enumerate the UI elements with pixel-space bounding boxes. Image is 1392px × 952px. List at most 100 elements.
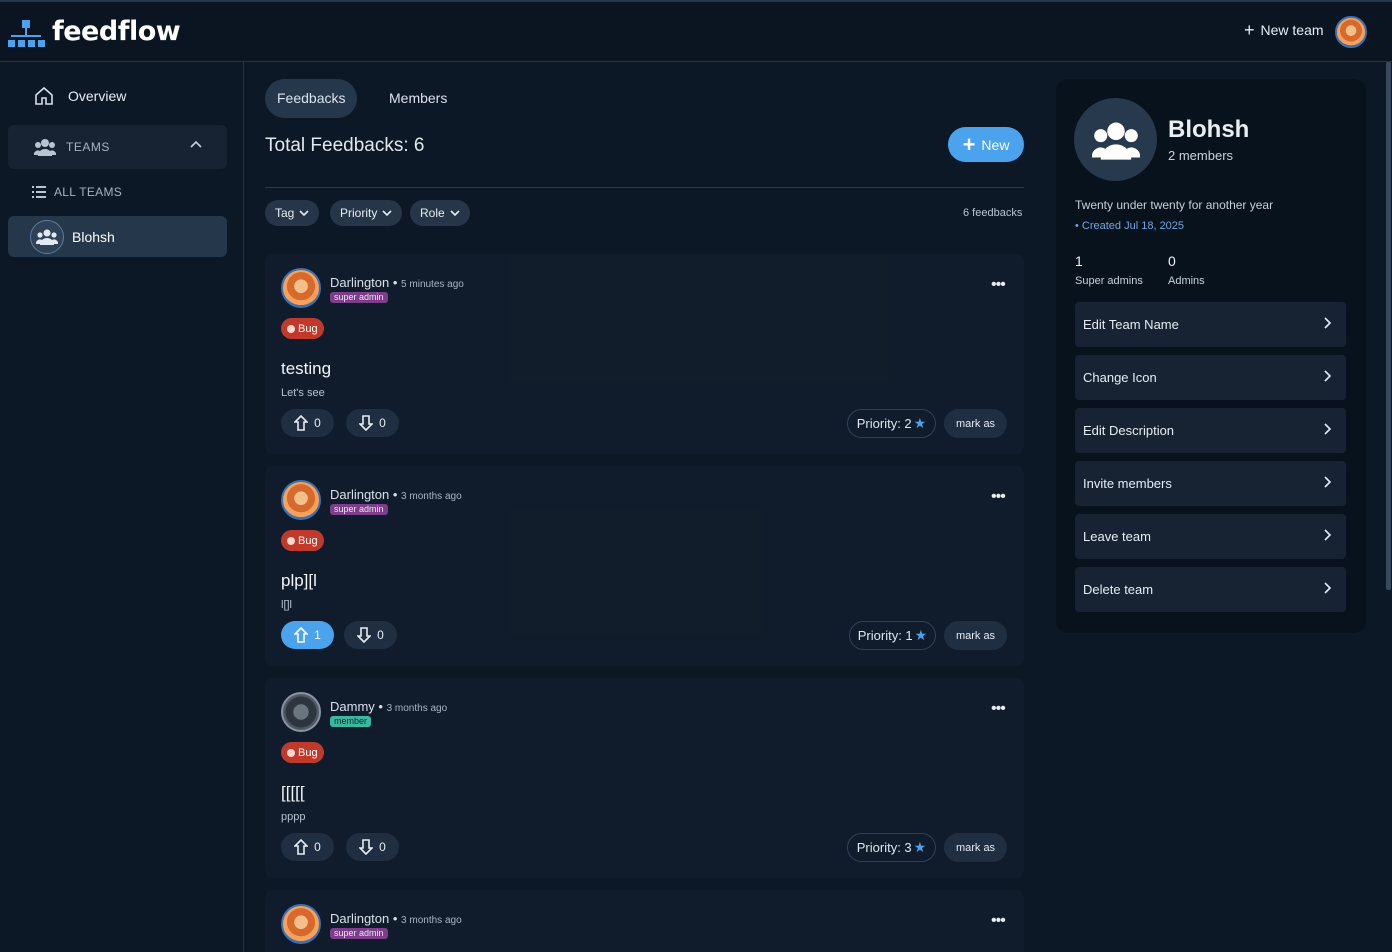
downvote-count: 0	[377, 628, 384, 642]
action-label: Leave team	[1083, 529, 1151, 544]
sidebar-item-team-blohsh[interactable]: Blohsh	[8, 216, 227, 257]
more-options-icon[interactable]: •••	[991, 700, 1006, 718]
arrow-down-icon	[359, 415, 374, 431]
main-content: Feedbacks Members Total Feedbacks: 6 + N…	[244, 62, 1044, 952]
upvote-button[interactable]: 1	[281, 621, 334, 649]
mark-as-button[interactable]: mark as	[944, 621, 1007, 650]
team-avatar-large[interactable]	[1074, 98, 1157, 181]
filter-priority[interactable]: Priority	[330, 200, 403, 226]
home-icon	[35, 86, 53, 105]
filter-label: Tag	[275, 206, 295, 220]
users-icon	[34, 139, 56, 156]
priority-label: Priority: 2	[856, 416, 912, 431]
filter-role[interactable]: Role	[410, 200, 470, 226]
author-avatar[interactable]	[281, 904, 321, 944]
tag-label: Bug	[298, 746, 318, 759]
author-name[interactable]: Darlington	[330, 911, 389, 926]
mark-as-button[interactable]: mark as	[944, 409, 1007, 438]
author-line: Darlington • 3 months ago	[330, 911, 462, 926]
delete-team-button[interactable]: Delete team	[1075, 567, 1346, 612]
sidebar-item-overview[interactable]: Overview	[34, 86, 126, 106]
overview-label: Overview	[68, 88, 127, 104]
tag-label: Bug	[298, 322, 318, 335]
list-icon	[32, 186, 46, 198]
feedback-title: plp][l	[281, 571, 317, 590]
priority-badge[interactable]: Priority: 2 ★	[847, 409, 936, 438]
upvote-count: 0	[314, 840, 321, 854]
feedback-title: testing	[281, 359, 332, 378]
feedback-card: Dammy • 3 months ago member ••• Bug [[[[…	[265, 678, 1024, 878]
downvote-button[interactable]: 0	[344, 621, 397, 649]
user-avatar[interactable]	[1335, 16, 1367, 48]
chevron-down-icon	[299, 210, 309, 217]
new-team-button[interactable]: + New team	[1244, 20, 1324, 40]
more-options-icon[interactable]: •••	[991, 912, 1006, 930]
downvote-button[interactable]: 0	[346, 833, 399, 861]
plus-icon: +	[1244, 20, 1255, 40]
users-icon	[1091, 122, 1140, 160]
edit-team-name-button[interactable]: Edit Team Name	[1075, 302, 1346, 347]
author-avatar[interactable]	[281, 480, 321, 520]
chevron-down-icon	[450, 210, 460, 217]
leave-team-button[interactable]: Leave team	[1075, 514, 1346, 559]
downvote-count: 0	[379, 840, 386, 854]
author-name[interactable]: Darlington	[330, 487, 389, 502]
role-badge: super admin	[330, 292, 388, 303]
action-label: Delete team	[1083, 582, 1154, 597]
post-time: 5 minutes ago	[401, 279, 464, 290]
team-avatar	[30, 219, 64, 254]
invite-members-button[interactable]: Invite members	[1075, 461, 1346, 506]
feedback-card: Darlington • 3 months ago super admin ••…	[265, 466, 1024, 666]
priority-label: Priority: 1	[857, 628, 913, 643]
upvote-button[interactable]: 0	[281, 409, 334, 437]
filter-tag[interactable]: Tag	[265, 200, 320, 226]
teams-label: TEAMS	[66, 140, 110, 154]
super-admins-label: Super admins	[1075, 275, 1143, 287]
teams-section-toggle[interactable]: TEAMS	[8, 125, 227, 169]
sidebar: Overview TEAMS ALL TEAMS Blohsh	[0, 62, 244, 952]
action-label: Invite members	[1083, 476, 1172, 491]
new-feedback-button[interactable]: + New	[948, 127, 1024, 162]
sidebar-item-all-teams[interactable]: ALL TEAMS	[32, 185, 122, 199]
tab-members[interactable]: Members	[377, 79, 459, 118]
upvote-count: 0	[314, 416, 321, 430]
tab-feedbacks[interactable]: Feedbacks	[265, 79, 358, 118]
downvote-button[interactable]: 0	[346, 409, 399, 437]
more-options-icon[interactable]: •••	[991, 488, 1006, 506]
feedback-body: pppp	[281, 811, 306, 823]
star-icon: ★	[914, 627, 928, 643]
mark-as-button[interactable]: mark as	[944, 833, 1007, 862]
edit-description-button[interactable]: Edit Description	[1075, 408, 1346, 453]
super-admins-count: 1	[1075, 253, 1083, 269]
action-label: Edit Description	[1083, 423, 1175, 438]
all-teams-label: ALL TEAMS	[54, 185, 123, 199]
team-member-count: 2 members	[1168, 148, 1234, 163]
change-icon-button[interactable]: Change Icon	[1075, 355, 1346, 400]
more-options-icon[interactable]: •••	[991, 276, 1006, 294]
users-icon	[36, 229, 58, 245]
feedback-body: l[]l	[281, 599, 292, 611]
author-name[interactable]: Darlington	[330, 275, 389, 290]
page-scrollbar[interactable]	[1386, 62, 1391, 590]
author-avatar[interactable]	[281, 268, 321, 308]
upvote-button[interactable]: 0	[281, 833, 334, 861]
filter-label: Role	[420, 206, 445, 220]
tag-badge: Bug	[281, 318, 324, 339]
team-description: Twenty under twenty for another year	[1075, 198, 1274, 212]
author-avatar[interactable]	[281, 692, 321, 732]
team-details-panel: Blohsh 2 members Twenty under twenty for…	[1056, 79, 1366, 633]
star-icon: ★	[913, 415, 927, 431]
chevron-right-icon	[1324, 423, 1332, 435]
priority-badge[interactable]: Priority: 3 ★	[847, 833, 936, 862]
arrow-down-icon	[359, 839, 374, 855]
chevron-right-icon	[1324, 529, 1332, 541]
author-name[interactable]: Dammy	[330, 699, 375, 714]
role-badge: member	[330, 716, 372, 727]
post-time: 3 months ago	[401, 491, 462, 502]
feedback-count: 6 feedbacks	[963, 207, 1023, 219]
priority-badge[interactable]: Priority: 1 ★	[849, 621, 936, 650]
brand-logo[interactable]: feedflow	[8, 16, 181, 47]
author-line: Dammy • 3 months ago	[330, 699, 448, 714]
upvote-count: 1	[314, 628, 321, 642]
downvote-count: 0	[379, 416, 386, 430]
